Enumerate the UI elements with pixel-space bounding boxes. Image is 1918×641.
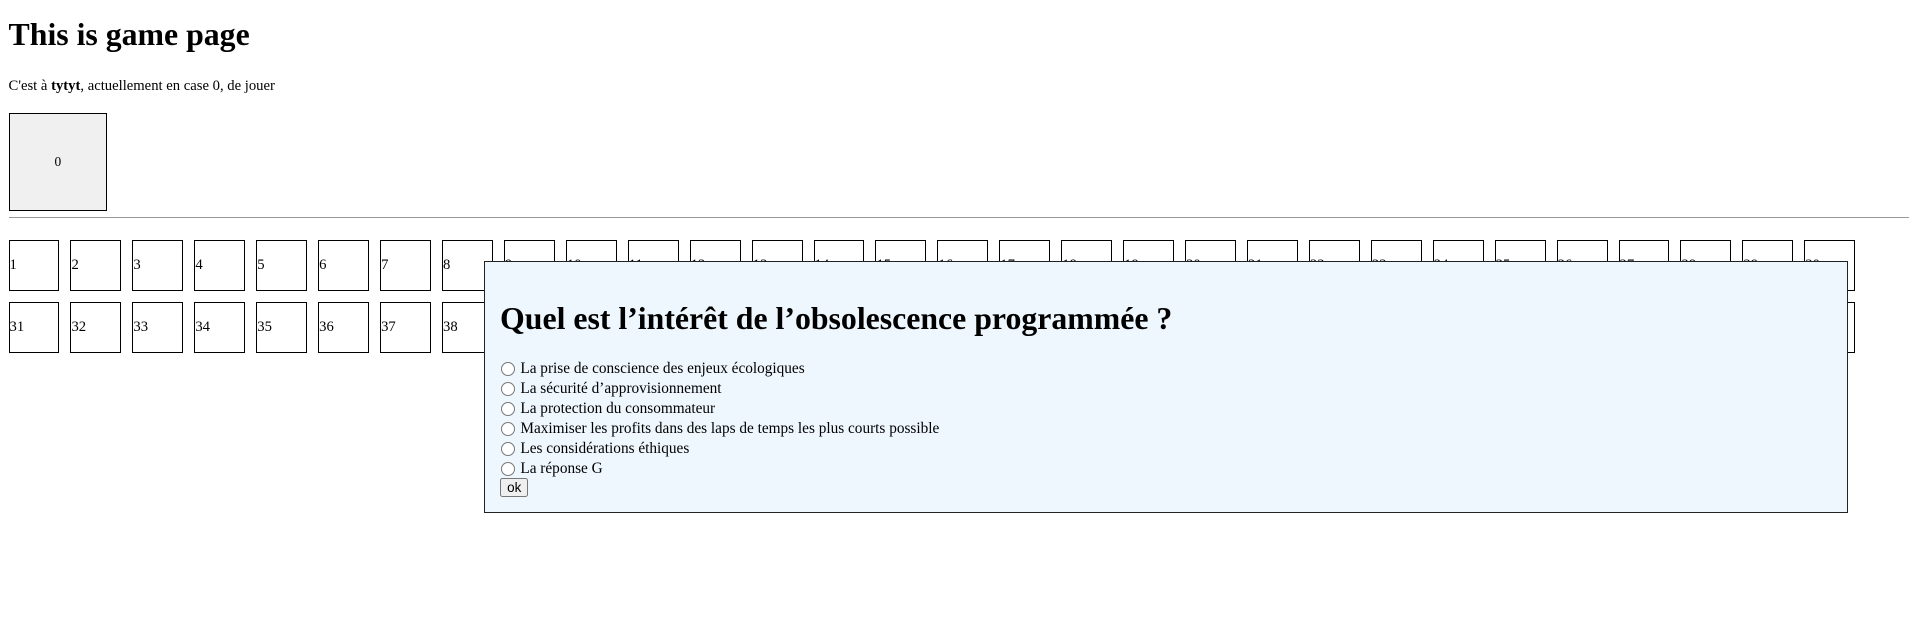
current-cell: 0	[8, 112, 108, 212]
radio-button[interactable]	[501, 461, 516, 477]
board-cell: 7	[380, 239, 431, 291]
answer-label: La protection du consommateur	[520, 400, 716, 418]
divider	[8, 216, 1910, 218]
radio-button[interactable]	[501, 402, 516, 417]
radio-button[interactable]	[501, 382, 516, 397]
answer-label: La prise de conscience des enjeux écolog…	[520, 360, 805, 378]
board-cell: 35	[256, 302, 308, 354]
board-cell: 33	[132, 302, 184, 354]
page-title: This is game page	[8, 17, 250, 53]
board-cell: 32	[70, 302, 122, 354]
answer-option[interactable]: Maximiser les profits dans des laps de t…	[501, 419, 939, 439]
answer-option[interactable]: La protection du consommateur	[501, 399, 939, 419]
answer-label: La réponse G	[520, 460, 603, 478]
board-cell: 2	[70, 239, 122, 291]
board-cell: 5	[256, 239, 308, 291]
answer-option[interactable]: La réponse G	[501, 459, 939, 479]
player-name: tytyt	[51, 78, 81, 95]
board-cell: 31	[8, 302, 60, 354]
board-cell: 1	[8, 239, 60, 291]
answer-options: La prise de conscience des enjeux écolog…	[501, 359, 939, 479]
board-cell: 36	[318, 302, 370, 354]
answer-label: Les considérations éthiques	[520, 440, 690, 458]
board-cell: 34	[194, 302, 246, 354]
radio-button[interactable]	[501, 362, 516, 377]
board-cell: 3	[132, 239, 184, 291]
radio-button[interactable]	[501, 422, 516, 437]
radio-button[interactable]	[501, 441, 516, 457]
answer-option[interactable]: La prise de conscience des enjeux écolog…	[501, 359, 939, 379]
question-title: Quel est l’intérêt de l’obsolescence pro…	[500, 300, 1173, 336]
ok-button[interactable]: ok	[500, 478, 529, 498]
board-cell: 37	[380, 302, 431, 354]
answer-label: Maximiser les profits dans des laps de t…	[520, 420, 940, 438]
status-prefix: C'est à	[8, 78, 52, 95]
question-dialog: Quel est l’intérêt de l’obsolescence pro…	[484, 260, 1848, 514]
answer-option[interactable]: La sécurité d’approvisionnement	[501, 379, 939, 399]
answer-option[interactable]: Les considérations éthiques	[501, 439, 939, 459]
status-suffix: , actuellement en case 0, de jouer	[80, 78, 275, 95]
turn-status: C'est à tytyt, actuellement en case 0, d…	[9, 78, 275, 95]
board-cell: 6	[318, 239, 370, 291]
answer-label: La sécurité d’approvisionnement	[520, 380, 722, 398]
board-cell: 4	[194, 239, 246, 291]
